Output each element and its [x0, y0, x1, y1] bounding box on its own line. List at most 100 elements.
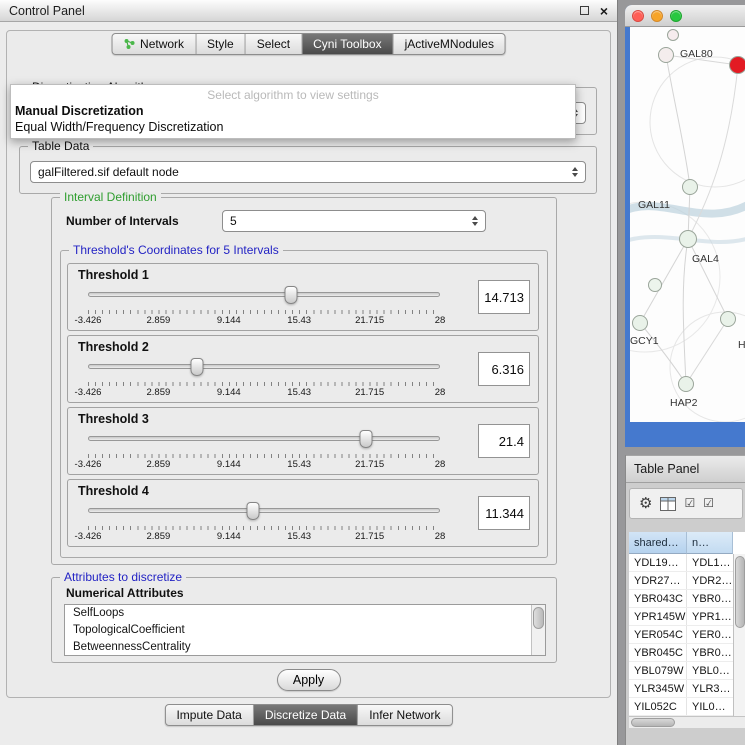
scrollbar-thumb[interactable] [631, 718, 675, 727]
slider-thumb[interactable] [247, 502, 260, 520]
tab-discretize-data[interactable]: Discretize Data [253, 705, 357, 725]
scale-label: -3.426 [75, 531, 102, 542]
table-row[interactable]: YBR043CYBR0… [629, 590, 745, 608]
table-row[interactable]: YDL19…YDL1… [629, 554, 745, 572]
scrollbar-thumb[interactable] [533, 607, 544, 629]
cell[interactable]: YPR145W [629, 608, 687, 625]
cell[interactable]: YER054C [629, 626, 687, 643]
threshold-3-value-field[interactable]: 21.4 [478, 424, 530, 458]
slider-thumb[interactable] [191, 358, 204, 376]
table-row[interactable]: YPR145WYPR1… [629, 608, 745, 626]
gear-icon[interactable]: ⚙ [639, 496, 652, 511]
zoom-traffic-light[interactable] [670, 10, 682, 22]
network-node[interactable] [648, 278, 662, 292]
cell[interactable]: YBR0… [687, 644, 733, 661]
cell[interactable]: YBR0… [687, 590, 733, 607]
tab-select[interactable]: Select [245, 34, 301, 54]
cell[interactable]: YLR345W [629, 680, 687, 697]
threshold-4-slider[interactable]: -3.4262.8599.14415.4321.71528 [88, 500, 440, 546]
table-vertical-scrollbar[interactable] [733, 554, 745, 716]
tab-impute-data[interactable]: Impute Data [165, 705, 252, 725]
scale-label: 9.144 [217, 531, 241, 542]
slider-track[interactable] [88, 436, 440, 441]
table-row[interactable]: YIL052CYIL0… [629, 698, 745, 716]
threshold-3-slider[interactable]: -3.4262.8599.14415.4321.71528 [88, 428, 440, 474]
cell[interactable]: YBR045C [629, 644, 687, 661]
threshold-2-slider[interactable]: -3.4262.8599.14415.4321.71528 [88, 356, 440, 402]
tab-jactivemnodules[interactable]: jActiveMNodules [393, 34, 505, 54]
cell[interactable]: YLR3… [687, 680, 733, 697]
cell[interactable]: YBR043C [629, 590, 687, 607]
cell[interactable]: YDR27… [629, 572, 687, 589]
column-header-name[interactable]: n… [687, 532, 733, 554]
algorithm-option-manual[interactable]: Manual Discretization [11, 103, 575, 119]
slider-track[interactable] [88, 292, 440, 297]
list-item[interactable]: SelfLoops [65, 605, 545, 622]
close-icon[interactable]: × [600, 6, 608, 16]
table-row[interactable]: YBR045CYBR0… [629, 644, 745, 662]
scale-label: 28 [435, 387, 446, 398]
network-node[interactable] [729, 56, 745, 74]
columns-icon[interactable] [660, 497, 676, 511]
select-all-columns-icon[interactable]: ☑ [684, 496, 695, 511]
threshold-1-value-field[interactable]: 14.713 [478, 280, 530, 314]
cell[interactable]: YBL079W [629, 662, 687, 679]
table-row[interactable]: YBL079WYBL0… [629, 662, 745, 680]
network-node[interactable] [678, 376, 694, 392]
tab-cyni-toolbox[interactable]: Cyni Toolbox [301, 34, 392, 54]
select-visible-columns-icon[interactable]: ☑ [703, 496, 714, 511]
cell[interactable]: YBL0… [687, 662, 733, 679]
cell[interactable]: YDL19… [629, 554, 687, 571]
slider-track[interactable] [88, 364, 440, 369]
list-item[interactable]: TopologicalCoefficient [65, 622, 545, 639]
threshold-4-panel: Threshold 4 -3.4262.8599.14415.4321.7152… [67, 479, 539, 547]
threshold-4-value-field[interactable]: 11.344 [478, 496, 530, 530]
slider-thumb[interactable] [285, 286, 298, 304]
tab-style[interactable]: Style [195, 34, 245, 54]
scale-label: 15.43 [287, 387, 311, 398]
minimize-traffic-light[interactable] [651, 10, 663, 22]
network-node[interactable] [720, 311, 736, 327]
slider-track[interactable] [88, 508, 440, 513]
cell[interactable]: YDR2… [687, 572, 733, 589]
scale-label: 2.859 [147, 531, 171, 542]
column-header-shared-name[interactable]: shared… [629, 532, 687, 554]
attributes-scrollbar[interactable] [531, 605, 545, 655]
scale-label: 2.859 [147, 387, 171, 398]
close-traffic-light[interactable] [632, 10, 644, 22]
cell[interactable]: YPR1… [687, 608, 733, 625]
table-horizontal-scrollbar[interactable] [629, 716, 745, 728]
network-node[interactable] [682, 179, 698, 195]
table-row[interactable]: YDR27…YDR2… [629, 572, 745, 590]
slider-thumb[interactable] [360, 430, 373, 448]
list-item[interactable]: BetweennessCentrality [65, 639, 545, 656]
algorithm-option-equal-width[interactable]: Equal Width/Frequency Discretization [11, 119, 575, 135]
table-row[interactable]: YER054CYER0… [629, 626, 745, 644]
number-of-intervals-combo[interactable]: 5 [222, 210, 486, 232]
threshold-1-slider[interactable]: -3.4262.8599.14415.4321.71528 [88, 284, 440, 330]
tab-network[interactable]: Network [112, 34, 195, 54]
cell[interactable]: YDL1… [687, 554, 733, 571]
interval-definition-group: Interval Definition Number of Intervals … [51, 197, 557, 565]
slider-scale: -3.4262.8599.14415.4321.71528 [88, 315, 440, 326]
algorithm-placeholder-option[interactable]: Select algorithm to view settings [11, 85, 575, 103]
apply-button[interactable]: Apply [277, 669, 341, 691]
numerical-attributes-label: Numerical Attributes [66, 586, 184, 600]
cell[interactable]: YIL0… [687, 698, 733, 715]
network-node[interactable] [667, 29, 679, 41]
cell[interactable]: YIL052C [629, 698, 687, 715]
table-data-combo[interactable]: galFiltered.sif default node [30, 161, 586, 183]
table-data-value: galFiltered.sif default node [38, 165, 179, 179]
network-node[interactable] [632, 315, 648, 331]
threshold-2-value-field[interactable]: 6.316 [478, 352, 530, 386]
network-canvas[interactable]: GAL80GAL11GAL4GCY1HHAP2 [630, 27, 745, 422]
tab-infer-network[interactable]: Infer Network [357, 705, 451, 725]
scrollbar-thumb[interactable] [735, 556, 745, 628]
cell[interactable]: YER0… [687, 626, 733, 643]
network-node[interactable] [679, 230, 697, 248]
table-panel-toolbar: ⚙ ☑ ☑ [629, 488, 743, 519]
float-window-icon[interactable] [580, 6, 589, 15]
table-row[interactable]: YLR345WYLR3… [629, 680, 745, 698]
network-node-label: GAL80 [680, 48, 713, 60]
network-node[interactable] [658, 47, 674, 63]
